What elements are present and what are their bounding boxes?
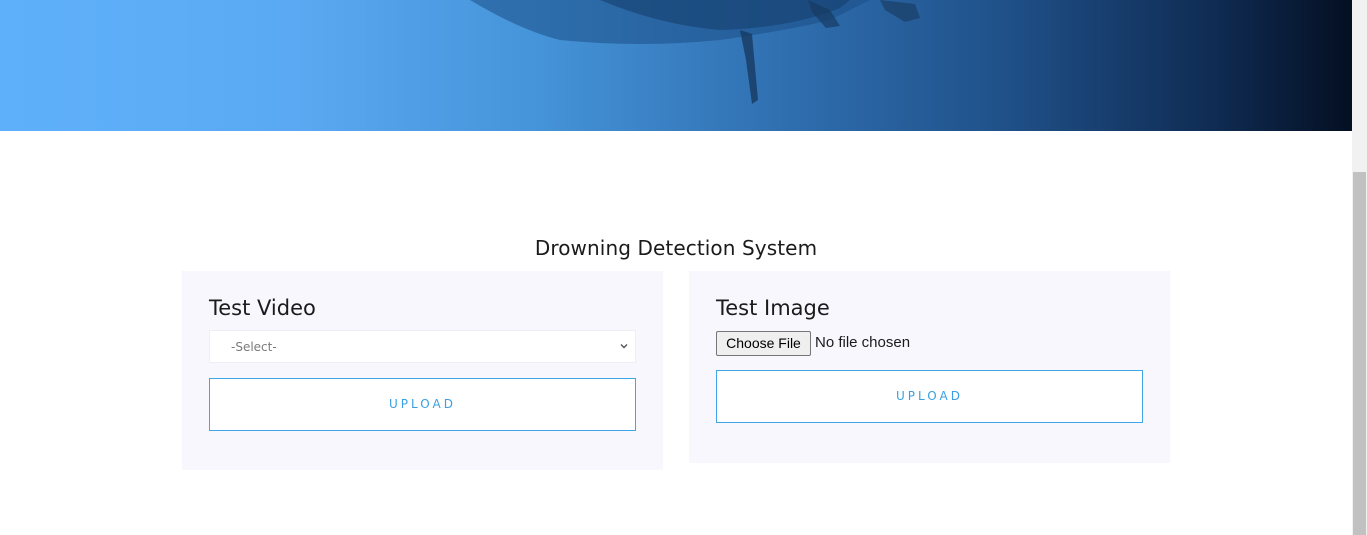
upload-video-button[interactable]: UPLOAD [209,378,636,431]
chevron-down-icon [620,344,628,349]
test-video-card: Test Video -Select- UPLOAD [182,271,663,470]
video-select-value: -Select- [231,340,277,354]
upload-image-button[interactable]: UPLOAD [716,370,1143,423]
hero-banner [0,0,1352,131]
scrollbar-thumb[interactable] [1353,172,1366,535]
test-image-heading: Test Image [716,296,830,320]
diver-silhouette-image [470,0,920,104]
video-select[interactable]: -Select- [209,330,636,363]
page-title: Drowning Detection System [534,236,818,260]
test-video-heading: Test Video [209,296,316,320]
file-status-text: No file chosen [815,334,911,351]
test-image-card: Test Image Choose File No file chosen UP… [689,271,1170,463]
choose-file-button[interactable]: Choose File [716,331,811,356]
page: Drowning Detection System Test Video -Se… [0,0,1367,535]
